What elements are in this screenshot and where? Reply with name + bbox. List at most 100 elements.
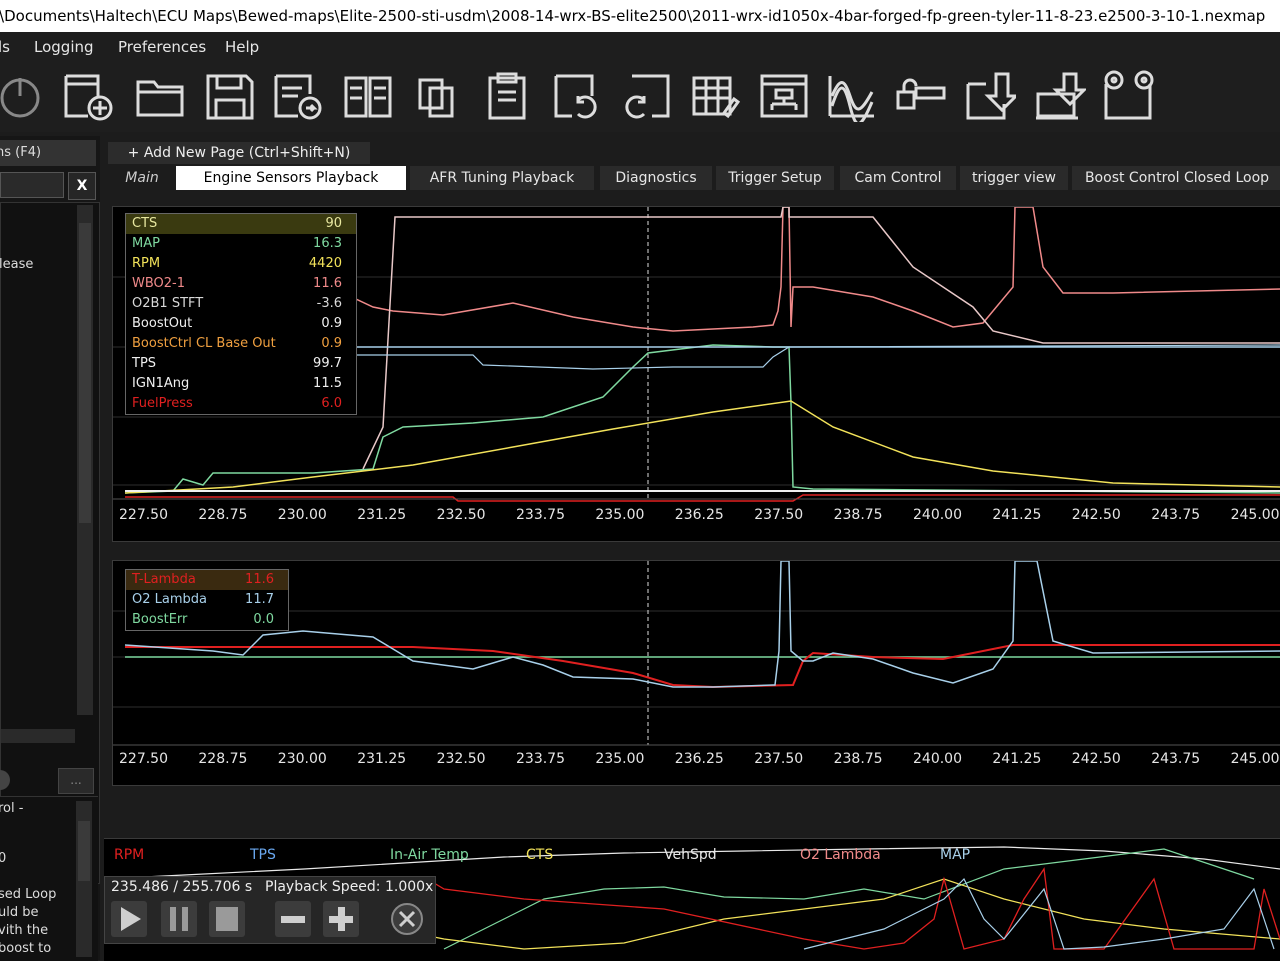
x-tick-label: 231.25: [357, 751, 407, 767]
x-tick-label: 243.75: [1151, 751, 1201, 767]
legend-row[interactable]: MAP 16.3: [126, 234, 356, 254]
close-playback-button[interactable]: [389, 901, 425, 937]
left-panel-header[interactable]: ns (F4): [0, 140, 96, 166]
redo-icon[interactable]: [620, 70, 672, 122]
legend-channel-value: 0.0: [253, 612, 274, 627]
stop-icon: [216, 907, 238, 931]
speed-up-button[interactable]: [323, 901, 359, 937]
tab-trigger-view[interactable]: trigger view: [960, 166, 1068, 190]
compare-icon[interactable]: [342, 70, 394, 122]
key-icon[interactable]: [894, 70, 946, 122]
x-tick-label: 238.75: [833, 507, 883, 523]
legend-channel-name: O2B1 STFT: [132, 296, 204, 311]
legend-channel-value: 6.0: [321, 396, 342, 411]
cts-trace: [362, 207, 1280, 470]
tab-diagnostics[interactable]: Diagnostics: [600, 166, 712, 190]
undo-icon[interactable]: [550, 70, 602, 122]
copy-icon[interactable]: [412, 70, 464, 122]
legend-row[interactable]: FuelPress 6.0: [126, 394, 356, 414]
clear-search-button[interactable]: X: [68, 172, 96, 200]
tab-engine-sensors-playback[interactable]: Engine Sensors Playback: [176, 166, 406, 190]
tab-boost-control-closed-loop[interactable]: Boost Control Closed Loop: [1072, 166, 1280, 190]
engine-sensors-graph[interactable]: CTS 90 MAP 16.3 RPM 4420 WBO2-1 11.6 O2B1 STFT -3…: [112, 206, 1280, 542]
x-tick-label: 241.25: [992, 751, 1042, 767]
wizard-icon[interactable]: [1102, 70, 1154, 122]
lambda-graph[interactable]: T-Lambda 11.6 O2 Lambda 11.7 BoostErr 0.0 227…: [112, 560, 1280, 786]
upload-icon[interactable]: [1034, 70, 1088, 122]
legend-row[interactable]: WBO2-1 11.6: [126, 274, 356, 294]
overview-channel-label[interactable]: VehSpd: [664, 847, 717, 863]
tab-cam-control[interactable]: Cam Control: [840, 166, 956, 190]
overview-channel-label[interactable]: In-Air Temp: [390, 847, 469, 863]
legend-row[interactable]: BoostErr 0.0: [126, 610, 288, 630]
x-tick-label: 231.25: [357, 507, 407, 523]
paste-icon[interactable]: [482, 70, 534, 122]
more-button[interactable]: ...: [58, 768, 94, 794]
play-button[interactable]: [111, 901, 147, 937]
overview-channel-label[interactable]: CTS: [526, 847, 553, 863]
download-icon[interactable]: [964, 70, 1020, 122]
open-folder-icon[interactable]: [134, 70, 186, 122]
table-edit-icon[interactable]: [690, 70, 742, 122]
tab-afr-tuning-playback[interactable]: AFR Tuning Playback: [410, 166, 594, 190]
legend-row[interactable]: O2B1 STFT -3.6: [126, 294, 356, 314]
playback-speed: Playback Speed: 1.000x: [265, 879, 434, 895]
left-description-panel: rol - 0 sed Loop uld be vith the boost t…: [0, 796, 98, 961]
overview-channel-label[interactable]: RPM: [114, 847, 144, 863]
x-tick-label: 243.75: [1151, 507, 1201, 523]
export-icon[interactable]: [272, 70, 324, 122]
pause-icon: [170, 907, 188, 931]
legend-channel-value: 0.9: [321, 316, 342, 331]
play-icon: [121, 907, 141, 931]
list-item[interactable]: elease: [0, 257, 33, 272]
power-icon[interactable]: [0, 70, 46, 122]
tab-main[interactable]: Main: [110, 166, 174, 190]
scrollbar-thumb[interactable]: [79, 223, 91, 523]
circle-button[interactable]: [0, 770, 10, 790]
legend-channel-value: 0.9: [321, 336, 342, 351]
graph1-legend: CTS 90 MAP 16.3 RPM 4420 WBO2-1 11.6 O2B1 STFT -3…: [125, 213, 357, 415]
menu-help[interactable]: Help: [225, 38, 259, 56]
legend-channel-value: 11.6: [313, 276, 342, 291]
legend-channel-value: 99.7: [313, 356, 342, 371]
legend-row[interactable]: T-Lambda 11.6: [126, 570, 288, 590]
menu-tools[interactable]: ls: [0, 38, 10, 56]
legend-row[interactable]: O2 Lambda 11.7: [126, 590, 288, 610]
legend-row[interactable]: CTS 90: [126, 214, 356, 234]
legend-channel-name: BoostErr: [132, 612, 188, 627]
graph-icon[interactable]: [826, 70, 878, 125]
description-line: sed Loop: [0, 887, 57, 902]
legend-channel-value: 90: [325, 216, 342, 231]
overview-channel-label[interactable]: MAP: [940, 847, 970, 863]
x-tick-label: 236.25: [674, 507, 724, 523]
menu-preferences[interactable]: Preferences: [118, 38, 206, 56]
x-tick-label: 245.00: [1230, 751, 1280, 767]
connect-icon[interactable]: [758, 70, 810, 122]
scrollbar-thumb[interactable]: [78, 821, 90, 881]
speed-down-button[interactable]: [275, 901, 311, 937]
description-scrollbar[interactable]: [76, 801, 92, 957]
legend-row[interactable]: IGN1Ang 11.5: [126, 374, 356, 394]
menu-logging[interactable]: Logging: [34, 38, 94, 56]
legend-row[interactable]: TPS 99.7: [126, 354, 356, 374]
save-icon[interactable]: [204, 70, 256, 122]
tab-trigger-setup[interactable]: Trigger Setup: [716, 166, 834, 190]
new-file-icon[interactable]: [62, 70, 114, 122]
add-page-button[interactable]: + Add New Page (Ctrl+Shift+N): [108, 142, 370, 164]
window-titlebar: :\Documents\Haltech\ECU Maps\Bewed-maps\…: [0, 0, 1280, 32]
left-search-input[interactable]: [0, 172, 64, 198]
stop-button[interactable]: [209, 901, 245, 937]
left-list-hscrollbar[interactable]: [1, 729, 75, 743]
menu-bar: ls Logging Preferences Help: [0, 32, 1280, 62]
legend-row[interactable]: BoostCtrl CL Base Out 0.9: [126, 334, 356, 354]
x-tick-label: 233.75: [516, 507, 565, 523]
legend-row[interactable]: RPM 4420: [126, 254, 356, 274]
x-tick-label: 228.75: [198, 507, 248, 523]
pause-button[interactable]: [161, 901, 197, 937]
left-list-scrollbar[interactable]: [77, 205, 93, 715]
legend-channel-name: IGN1Ang: [132, 376, 190, 391]
overview-channel-label[interactable]: TPS: [250, 847, 276, 863]
legend-channel-name: MAP: [132, 236, 160, 251]
overview-channel-label[interactable]: O2 Lambda: [800, 847, 881, 863]
legend-row[interactable]: BoostOut 0.9: [126, 314, 356, 334]
